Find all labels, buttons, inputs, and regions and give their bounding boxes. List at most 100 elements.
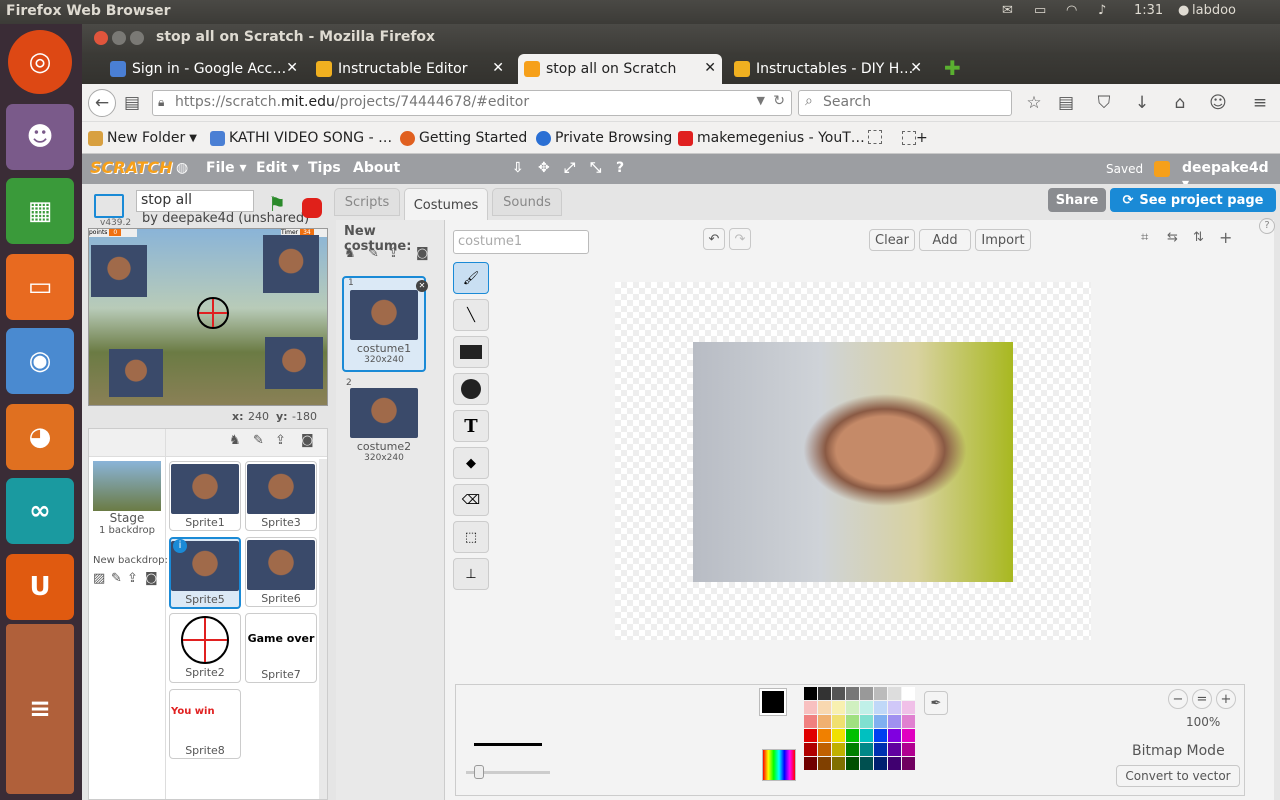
tab-instructables-diy[interactable]: Instructables - DIY H… ✕: [728, 54, 928, 84]
palette-swatch[interactable]: [902, 687, 915, 700]
palette-swatch[interactable]: [902, 743, 915, 756]
close-tab-icon[interactable]: ✕: [910, 60, 922, 76]
sprite-tile-sprite2[interactable]: Sprite2: [169, 613, 241, 683]
scratch-logo[interactable]: SCRATCH: [90, 158, 172, 180]
upload-costume-icon[interactable]: ⇪: [388, 246, 399, 261]
paint-backdrop-icon[interactable]: ✎: [111, 571, 122, 586]
palette-swatch[interactable]: [888, 701, 901, 714]
sprite-tile-sprite8[interactable]: You win Sprite8: [169, 689, 241, 759]
set-center-icon[interactable]: +: [1219, 228, 1232, 247]
palette-swatch[interactable]: [832, 687, 845, 700]
bookmark-star-icon[interactable]: ☆: [1020, 89, 1048, 117]
palette-swatch[interactable]: [846, 729, 859, 742]
reading-list-icon[interactable]: ▤: [1052, 89, 1080, 117]
palette-swatch[interactable]: [874, 701, 887, 714]
zoom-in-icon[interactable]: +: [1216, 689, 1236, 709]
backdrop-library-icon[interactable]: ▨: [93, 571, 105, 586]
see-project-page-button[interactable]: ⟳ See project page: [1110, 188, 1276, 212]
add-screenshot-icon[interactable]: +: [902, 130, 928, 146]
camera-backdrop-icon[interactable]: ◙: [145, 571, 158, 586]
palette-swatch[interactable]: [874, 687, 887, 700]
palette-swatch[interactable]: [818, 743, 831, 756]
eraser-tool-icon[interactable]: ⌫: [453, 484, 489, 516]
cheese-webcam-icon[interactable]: ☻: [6, 104, 74, 170]
duplicate-icon[interactable]: ⇩: [512, 160, 524, 176]
palette-swatch[interactable]: [902, 729, 915, 742]
line-tool-icon[interactable]: ╲: [453, 299, 489, 331]
delete-scissors-icon[interactable]: ✥: [538, 160, 550, 176]
palette-swatch[interactable]: [846, 757, 859, 770]
palette-swatch[interactable]: [902, 701, 915, 714]
dropdown-icon[interactable]: ▼: [757, 94, 765, 107]
palette-swatch[interactable]: [846, 687, 859, 700]
sprite-on-stage[interactable]: [91, 245, 147, 297]
chromium-icon[interactable]: ◉: [6, 328, 74, 394]
sprite-library-icon[interactable]: ♞: [229, 433, 241, 448]
user-name[interactable]: labdoo: [1192, 3, 1236, 18]
spreadsheet-icon[interactable]: ▦: [6, 178, 74, 244]
tab-google-signin[interactable]: Sign in - Google Acc… ✕: [104, 54, 304, 84]
crosshair-sprite[interactable]: [197, 297, 229, 329]
flip-horizontal-icon[interactable]: ⇆: [1167, 230, 1178, 245]
palette-swatch[interactable]: [860, 743, 873, 756]
wifi-icon[interactable]: ◠: [1066, 3, 1077, 18]
palette-swatch[interactable]: [818, 729, 831, 742]
palette-swatch[interactable]: [888, 715, 901, 728]
palette-swatch[interactable]: [818, 757, 831, 770]
palette-swatch[interactable]: [874, 715, 887, 728]
palette-swatch[interactable]: [818, 715, 831, 728]
upload-sprite-icon[interactable]: ⇪: [275, 433, 286, 448]
software-center-icon[interactable]: U: [6, 554, 74, 620]
battery-icon[interactable]: ▭: [1034, 3, 1046, 18]
add-button[interactable]: Add: [919, 229, 971, 251]
history-icon[interactable]: ▤: [118, 89, 146, 117]
tab-costumes[interactable]: Costumes: [404, 188, 488, 221]
palette-swatch[interactable]: [832, 729, 845, 742]
clear-button[interactable]: Clear: [869, 229, 915, 251]
ellipse-tool-icon[interactable]: [453, 373, 489, 405]
palette-swatch[interactable]: [888, 743, 901, 756]
shrink-icon[interactable]: ⤡: [590, 160, 601, 176]
bookmark-private-browsing[interactable]: Private Browsing: [536, 130, 672, 146]
palette-swatch[interactable]: [902, 757, 915, 770]
tab-sounds[interactable]: Sounds: [492, 188, 562, 216]
delete-costume-icon[interactable]: ✕: [416, 280, 428, 292]
files-icon[interactable]: ▭: [6, 254, 74, 320]
sprite-tile-sprite1[interactable]: Sprite1: [169, 461, 241, 531]
palette-swatch[interactable]: [846, 715, 859, 728]
reload-icon[interactable]: ↻: [773, 93, 785, 109]
crop-icon[interactable]: ⌗: [1141, 230, 1148, 245]
back-icon[interactable]: ←: [88, 89, 116, 117]
pocket-icon[interactable]: ⛉: [1090, 89, 1118, 117]
palette-swatch[interactable]: [874, 743, 887, 756]
sprite-on-stage[interactable]: [263, 235, 319, 293]
palette-swatch[interactable]: [888, 687, 901, 700]
costume-name-input[interactable]: costume1: [453, 230, 589, 254]
bookmark-makemegenius[interactable]: makemegenius - YouT…: [678, 130, 865, 146]
palette-swatch[interactable]: [846, 701, 859, 714]
menu-icon[interactable]: ≡: [1246, 89, 1274, 117]
bookmark-kathi[interactable]: KATHI VIDEO SONG - …: [210, 130, 392, 146]
palette-swatch[interactable]: [860, 729, 873, 742]
close-tab-icon[interactable]: ✕: [286, 60, 298, 76]
color-picker-spectrum[interactable]: [762, 749, 796, 781]
menu-file[interactable]: File ▾: [206, 160, 247, 176]
url-bar[interactable]: 🔒︎ https://scratch.mit.edu/projects/7444…: [152, 90, 792, 116]
zoom-out-icon[interactable]: −: [1168, 689, 1188, 709]
bookmark-getting-started[interactable]: Getting Started: [400, 130, 527, 146]
costume-library-icon[interactable]: ♞: [344, 246, 356, 261]
green-flag-icon[interactable]: ⚑: [268, 192, 286, 216]
share-button[interactable]: Share: [1048, 188, 1106, 212]
flip-vertical-icon[interactable]: ⇅: [1193, 230, 1204, 245]
palette-swatch[interactable]: [846, 743, 859, 756]
chat-icon[interactable]: ☺: [1204, 89, 1232, 117]
upload-backdrop-icon[interactable]: ⇪: [127, 571, 138, 586]
stamp-tool-icon[interactable]: ⊥: [453, 558, 489, 590]
palette-swatch[interactable]: [860, 701, 873, 714]
palette-swatch[interactable]: [832, 701, 845, 714]
palette-swatch[interactable]: [888, 757, 901, 770]
zoom-reset-icon[interactable]: =: [1192, 689, 1212, 709]
info-icon[interactable]: i: [173, 539, 187, 553]
palette-swatch[interactable]: [818, 701, 831, 714]
menu-edit[interactable]: Edit ▾: [256, 160, 299, 176]
